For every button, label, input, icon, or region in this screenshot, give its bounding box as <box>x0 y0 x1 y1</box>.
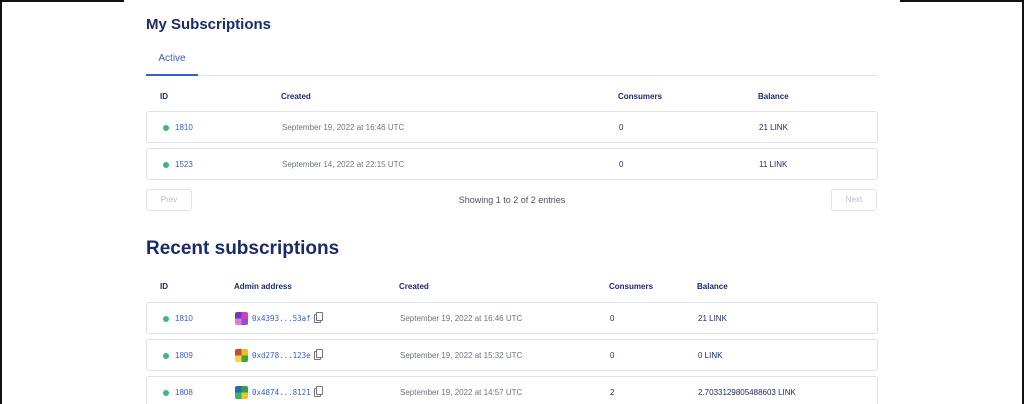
created-date: September 14, 2022 at 22:15 UTC <box>282 160 405 169</box>
created-date: September 19, 2022 at 14:57 UTC <box>400 388 523 397</box>
copy-icon[interactable] <box>314 312 323 323</box>
admin-address-link[interactable]: 0xd278...123e <box>252 351 311 360</box>
balance-value: 0 LINK <box>698 351 723 360</box>
consumers-count: 0 <box>619 160 624 169</box>
table-row[interactable]: 1808 0x4874...8121 September 19, 2022 at… <box>146 376 878 404</box>
consumers-count: 0 <box>610 314 615 323</box>
address-avatar-icon <box>235 349 248 362</box>
created-date: September 19, 2022 at 16:46 UTC <box>400 314 523 323</box>
created-date: September 19, 2022 at 16:46 UTC <box>282 123 405 132</box>
address-avatar-icon <box>235 386 248 399</box>
consumers-count: 0 <box>619 123 624 132</box>
admin-address-link[interactable]: 0x4393...53af <box>252 314 311 323</box>
right-margin <box>900 2 1022 404</box>
active-status-dot <box>163 316 169 322</box>
balance-value: 11 LINK <box>759 160 788 169</box>
column-header-created: Created <box>399 282 429 291</box>
table-row[interactable]: 1810 September 19, 2022 at 16:46 UTC 0 2… <box>146 111 878 143</box>
column-header-admin-address: Admin address <box>234 282 292 291</box>
column-header-created: Created <box>281 92 311 101</box>
table-row[interactable]: 1810 0x4393...53af September 19, 2022 at… <box>146 302 878 334</box>
recent-subscriptions-table-header: ID Admin address Created Consumers Balan… <box>146 276 878 296</box>
copy-icon[interactable] <box>314 349 323 360</box>
table-row[interactable]: 1809 0xd278...123e September 19, 2022 at… <box>146 339 878 371</box>
column-header-id: ID <box>160 92 168 101</box>
column-header-consumers: Consumers <box>609 282 654 291</box>
table-row[interactable]: 1523 September 14, 2022 at 22:15 UTC 0 1… <box>146 148 878 180</box>
next-page-button[interactable]: Next <box>831 189 877 211</box>
admin-address-link[interactable]: 0x4874...8121 <box>252 388 311 397</box>
pagination-info: Showing 1 to 2 of 2 entries <box>458 195 566 205</box>
subscription-id-link[interactable]: 1523 <box>175 160 193 169</box>
left-margin <box>2 2 124 404</box>
column-header-id: ID <box>160 282 168 291</box>
balance-value: 21 LINK <box>698 314 727 323</box>
subscription-id-link[interactable]: 1810 <box>175 314 193 323</box>
consumers-count: 0 <box>610 351 615 360</box>
copy-icon[interactable] <box>314 386 323 397</box>
subscription-id-link[interactable]: 1808 <box>175 388 193 397</box>
column-header-balance: Balance <box>697 282 728 291</box>
consumers-count: 2 <box>610 388 615 397</box>
active-status-dot <box>163 353 169 359</box>
balance-value: 21 LINK <box>759 123 788 132</box>
active-status-dot <box>163 390 169 396</box>
created-date: September 19, 2022 at 15:32 UTC <box>400 351 523 360</box>
subscription-tabs: Active <box>146 44 878 76</box>
balance-value: 2.7033129805488603 LINK <box>698 388 796 397</box>
subscription-id-link[interactable]: 1809 <box>175 351 193 360</box>
column-header-consumers: Consumers <box>618 92 663 101</box>
recent-subscriptions-title: Recent subscriptions <box>146 238 340 259</box>
subscription-id-link[interactable]: 1810 <box>175 123 193 132</box>
subscriptions-page: My Subscriptions Active ID Created Consu… <box>124 0 900 404</box>
tab-active[interactable]: Active <box>146 44 198 76</box>
column-header-balance: Balance <box>758 92 789 101</box>
address-avatar-icon <box>235 312 248 325</box>
active-status-dot <box>163 162 169 168</box>
my-subscriptions-title: My Subscriptions <box>146 16 272 33</box>
active-status-dot <box>163 125 169 131</box>
my-subscriptions-table-header: ID Created Consumers Balance <box>146 86 878 106</box>
